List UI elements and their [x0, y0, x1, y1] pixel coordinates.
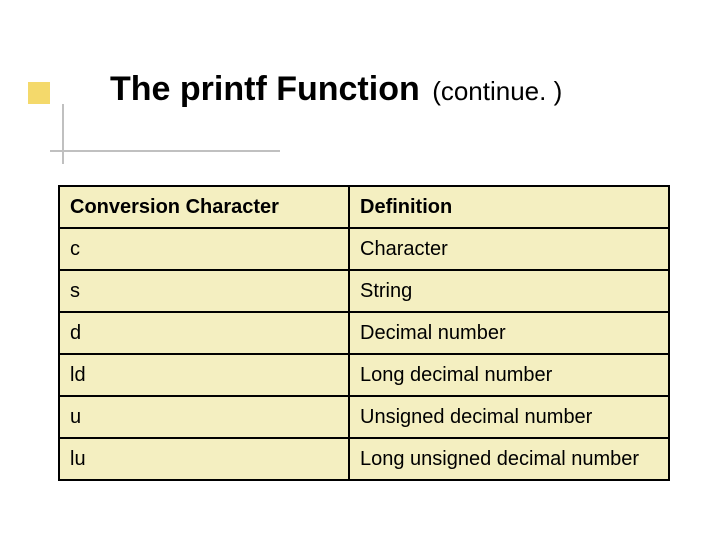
accent-hline	[50, 150, 280, 152]
cell-char: u	[59, 396, 349, 438]
cell-char: s	[59, 270, 349, 312]
title-emphasis: printf	[180, 70, 267, 108]
cell-char: c	[59, 228, 349, 270]
cell-def: Decimal number	[349, 312, 669, 354]
cell-char: ld	[59, 354, 349, 396]
cell-def: Character	[349, 228, 669, 270]
table-row: d Decimal number	[59, 312, 669, 354]
cell-char: lu	[59, 438, 349, 480]
table-row: u Unsigned decimal number	[59, 396, 669, 438]
table-header-row: Conversion Character Definition	[59, 186, 669, 228]
slide: The printf Function (continue. ) Convers…	[0, 0, 720, 540]
cell-def: Long decimal number	[349, 354, 669, 396]
table-row: ld Long decimal number	[59, 354, 669, 396]
accent-box	[28, 82, 50, 104]
accent-vline	[62, 104, 64, 164]
cell-def: Long unsigned decimal number	[349, 438, 669, 480]
title-prefix: The	[110, 70, 180, 108]
table-row: c Character	[59, 228, 669, 270]
header-conversion-character: Conversion Character	[59, 186, 349, 228]
table-row: s String	[59, 270, 669, 312]
title-continue: (continue. )	[432, 76, 562, 106]
slide-title: The printf Function (continue. )	[110, 70, 690, 109]
title-suffix: Function	[267, 70, 420, 108]
cell-def: Unsigned decimal number	[349, 396, 669, 438]
conversion-table: Conversion Character Definition c Charac…	[58, 185, 670, 481]
cell-char: d	[59, 312, 349, 354]
table-row: lu Long unsigned decimal number	[59, 438, 669, 480]
header-definition: Definition	[349, 186, 669, 228]
cell-def: String	[349, 270, 669, 312]
